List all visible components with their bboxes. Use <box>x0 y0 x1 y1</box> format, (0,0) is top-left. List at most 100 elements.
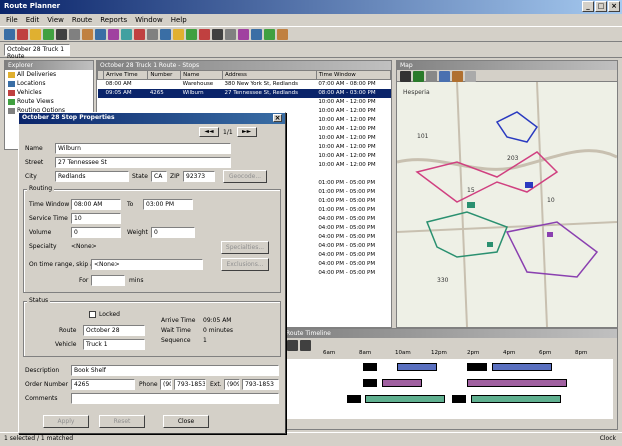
table-row[interactable]: 09:05 AM 4265 Wilburn 27 Tennessee St, Redl… <box>97 88 391 98</box>
description-field[interactable]: Book Shelf <box>71 365 279 376</box>
timeline-bar[interactable] <box>347 395 361 403</box>
column-header[interactable]: Address <box>221 70 317 80</box>
zoom-icon[interactable] <box>251 29 262 40</box>
vehicle-select[interactable]: Truck 1 <box>83 339 145 350</box>
time-window-to[interactable]: 03:00 PM <box>143 199 193 210</box>
column-header[interactable]: Arrive Time <box>103 70 149 80</box>
zoom-out-icon[interactable] <box>426 71 437 82</box>
timeline-bar[interactable] <box>467 363 487 371</box>
timeline-nav-icon[interactable] <box>287 340 298 351</box>
name-field[interactable]: Wilburn <box>55 143 231 154</box>
remove-stop-icon[interactable] <box>199 29 210 40</box>
timeline-bar[interactable] <box>363 379 377 387</box>
open-icon[interactable] <box>17 29 28 40</box>
tree-item[interactable]: Vehicles <box>5 88 93 97</box>
reset-button[interactable]: Reset <box>99 415 145 428</box>
city-field[interactable]: Redlands <box>55 171 129 182</box>
tree-item[interactable]: Route Views <box>5 97 93 106</box>
timeline-bar[interactable] <box>397 363 437 371</box>
column-header[interactable]: Number <box>147 70 182 80</box>
menu-reports[interactable]: Reports <box>100 16 127 24</box>
table-row[interactable]: 10:00 AM - 12:00 PM <box>98 98 391 107</box>
timeline-bar[interactable] <box>382 379 422 387</box>
map-canvas[interactable]: Hesperia 101 203 15 10 330 <box>396 81 618 328</box>
apply-button[interactable]: Apply <box>43 415 89 428</box>
delete-icon[interactable] <box>134 29 145 40</box>
ext-number-field[interactable]: 793-1853 <box>242 379 279 390</box>
help-icon[interactable] <box>277 29 288 40</box>
route-select[interactable]: October 28 <box>83 325 145 336</box>
phone-area-field[interactable]: (909) <box>160 379 172 390</box>
comments-field[interactable] <box>71 393 279 404</box>
timeline-bar[interactable] <box>365 395 445 403</box>
folder-icon <box>8 98 15 105</box>
save-icon[interactable] <box>30 29 41 40</box>
exclusions-button[interactable]: Exclusions... <box>221 258 269 271</box>
menu-help[interactable]: Help <box>171 16 187 24</box>
route-icon[interactable] <box>160 29 171 40</box>
route-bar: October 28 Truck 1 Route <box>0 42 622 60</box>
street-field[interactable]: 27 Tennessee St <box>55 157 231 168</box>
menu-window[interactable]: Window <box>135 16 163 24</box>
prev-stop-button[interactable]: ◄◄ <box>199 127 219 137</box>
phone-number-field[interactable]: 793-1853 <box>174 379 206 390</box>
solve-icon[interactable] <box>173 29 184 40</box>
timeline-zoom-icon[interactable] <box>300 340 311 351</box>
identify-icon[interactable] <box>452 71 463 82</box>
unlock-icon[interactable] <box>225 29 236 40</box>
close-icon[interactable]: × <box>608 1 620 12</box>
menu-file[interactable]: File <box>6 16 18 24</box>
maximize-icon[interactable]: □ <box>595 1 607 12</box>
measure-icon[interactable] <box>465 71 476 82</box>
weight-field[interactable]: 0 <box>151 227 195 238</box>
volume-field[interactable]: 0 <box>71 227 121 238</box>
for-field[interactable] <box>91 275 125 286</box>
specialties-button[interactable]: Specialties... <box>221 241 269 254</box>
new-icon[interactable] <box>4 29 15 40</box>
pointer-icon[interactable] <box>400 71 411 82</box>
zip-field[interactable]: 92373 <box>183 171 215 182</box>
geocode-button[interactable]: Geocode... <box>223 170 267 183</box>
refresh-icon[interactable] <box>264 29 275 40</box>
weight-label: Weight <box>127 229 148 236</box>
column-header[interactable]: Time Window <box>315 70 392 80</box>
minimize-icon[interactable]: _ <box>582 1 594 12</box>
cut-icon[interactable] <box>56 29 67 40</box>
column-header[interactable]: Name <box>180 70 223 80</box>
next-stop-button[interactable]: ►► <box>236 127 257 137</box>
tree-item[interactable]: Locations <box>5 79 93 88</box>
ext-area-field[interactable]: (909) <box>224 379 240 390</box>
timeline-bar[interactable] <box>452 395 466 403</box>
state-field[interactable]: CA <box>151 171 167 182</box>
paste-icon[interactable] <box>82 29 93 40</box>
sequence-icon[interactable] <box>238 29 249 40</box>
menu-route[interactable]: Route <box>72 16 92 24</box>
service-time-field[interactable]: 10 <box>71 213 121 224</box>
on-time-select[interactable]: <None> <box>91 259 203 270</box>
copy-icon[interactable] <box>69 29 80 40</box>
redo-icon[interactable] <box>108 29 119 40</box>
lock-icon[interactable] <box>212 29 223 40</box>
route-selector[interactable]: October 28 Truck 1 Route <box>4 44 70 60</box>
zoom-in-icon[interactable] <box>413 71 424 82</box>
dialog-close-icon[interactable]: × <box>273 114 282 122</box>
menu-view[interactable]: View <box>47 16 64 24</box>
print-icon[interactable] <box>43 29 54 40</box>
timeline-bar[interactable] <box>363 363 377 371</box>
timeline-bar[interactable] <box>471 395 561 403</box>
order-number-field[interactable]: 4265 <box>71 379 135 390</box>
pan-icon[interactable] <box>439 71 450 82</box>
phone-label: Phone <box>139 381 158 388</box>
properties-icon[interactable] <box>147 29 158 40</box>
time-window-from[interactable]: 08:00 AM <box>71 199 121 210</box>
find-icon[interactable] <box>121 29 132 40</box>
timeline-bar[interactable] <box>467 379 567 387</box>
close-button[interactable]: Close <box>163 415 209 428</box>
add-stop-icon[interactable] <box>186 29 197 40</box>
undo-icon[interactable] <box>95 29 106 40</box>
table-row[interactable]: 08:00 AM Warehouse 380 New York St, Redlan… <box>98 80 391 89</box>
locked-checkbox[interactable] <box>89 311 96 318</box>
tree-item[interactable]: All Deliveries <box>5 70 93 79</box>
menu-edit[interactable]: Edit <box>26 16 40 24</box>
timeline-bar[interactable] <box>492 363 552 371</box>
